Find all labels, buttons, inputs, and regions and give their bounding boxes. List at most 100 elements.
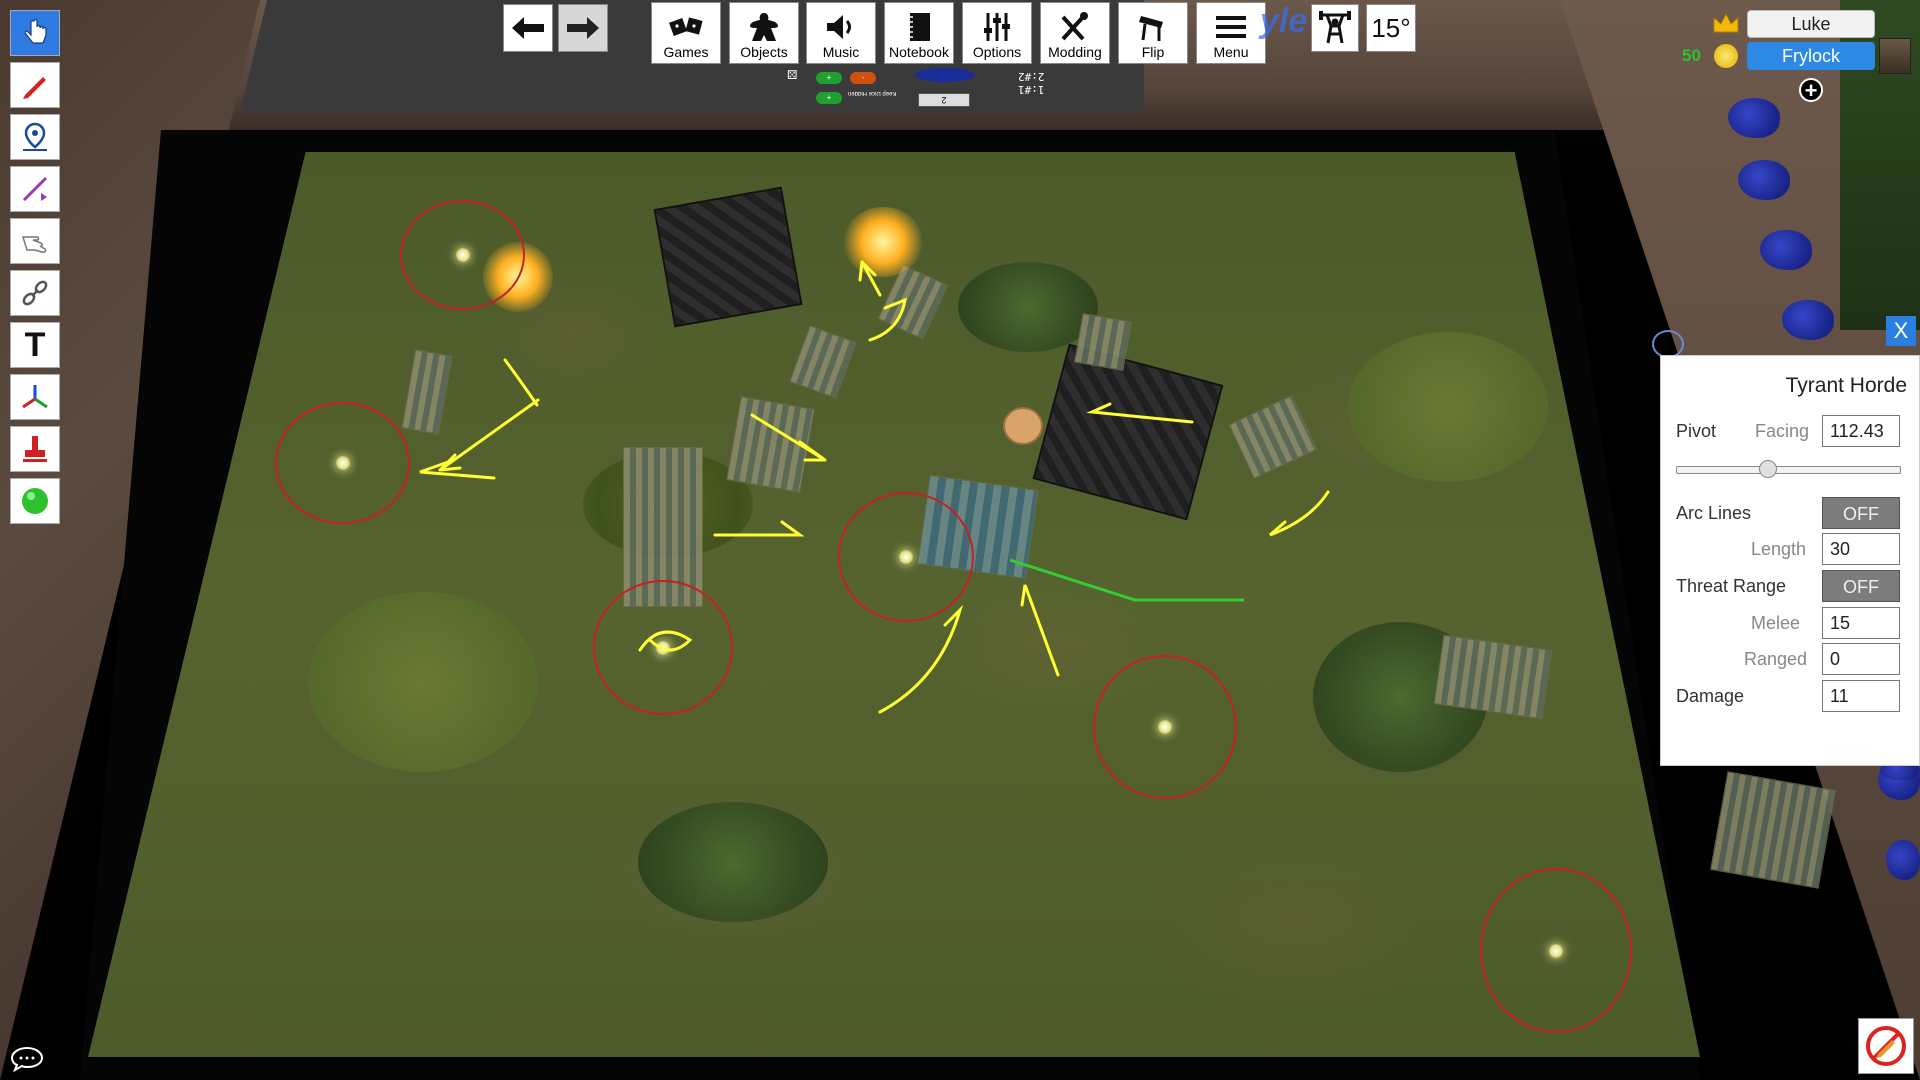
unit-tray[interactable] xyxy=(1074,313,1132,371)
notebook-icon xyxy=(908,13,930,41)
unit-tray[interactable] xyxy=(1710,771,1836,889)
objective-marker[interactable] xyxy=(593,580,733,715)
ruined-building[interactable] xyxy=(653,186,803,328)
options-label: Options xyxy=(972,44,1022,60)
games-button[interactable]: Games xyxy=(651,2,721,64)
flip-button[interactable]: Flip xyxy=(1118,2,1188,64)
menu-label: Menu xyxy=(1213,44,1249,60)
dice-bag[interactable] xyxy=(1886,840,1920,880)
fire-effect xyxy=(843,207,923,277)
mini-plus-button[interactable]: + xyxy=(816,72,842,84)
rotation-snap-button[interactable]: 15° xyxy=(1366,4,1416,52)
unit-tray[interactable] xyxy=(401,349,453,435)
dice-bag[interactable] xyxy=(1728,98,1780,138)
arc-lines-label: Arc Lines xyxy=(1676,503,1752,523)
player-luke[interactable]: Luke xyxy=(1747,10,1875,38)
music-label: Music xyxy=(822,44,860,60)
map-pin-icon xyxy=(23,122,47,151)
threat-range-toggle[interactable]: OFF xyxy=(1822,570,1900,602)
snap-tool[interactable] xyxy=(10,426,60,472)
dice-icon: ⚄ xyxy=(787,68,798,82)
objective-marker[interactable] xyxy=(838,492,974,622)
erase-drawings-button[interactable] xyxy=(1858,1018,1914,1074)
ranged-input[interactable]: 0 xyxy=(1822,643,1900,675)
close-button[interactable]: X xyxy=(1886,316,1916,346)
globe-icon[interactable] xyxy=(1652,330,1684,358)
dice-bag[interactable] xyxy=(1760,230,1812,270)
snap-stamp-icon xyxy=(23,436,47,462)
objects-button[interactable]: Objects xyxy=(729,2,799,64)
unit-tray[interactable] xyxy=(1228,395,1318,479)
objects-label: Objects xyxy=(740,44,788,60)
length-label: Length xyxy=(1751,539,1807,559)
crown-icon xyxy=(1713,12,1739,33)
mini-minus-button[interactable]: - xyxy=(850,72,876,84)
dice-bag[interactable] xyxy=(1738,160,1790,200)
arc-lines-toggle[interactable]: OFF xyxy=(1822,497,1900,529)
no-pen-icon xyxy=(1866,1026,1906,1066)
axis-gizmo-icon xyxy=(22,385,48,409)
ruined-tower[interactable] xyxy=(1032,343,1224,521)
lift-height-button[interactable] xyxy=(1311,4,1359,52)
music-button[interactable]: Music xyxy=(806,2,876,64)
text-tool[interactable]: T xyxy=(10,322,60,368)
options-button[interactable]: Options xyxy=(962,2,1032,64)
objective-marker[interactable] xyxy=(275,402,410,524)
facing-input[interactable]: 112.43 xyxy=(1822,415,1900,447)
forest-terrain[interactable] xyxy=(958,262,1098,352)
damage-input[interactable]: 11 xyxy=(1822,680,1900,712)
flick-tool[interactable] xyxy=(10,218,60,264)
ghost-text: yle xyxy=(1260,2,1308,40)
dice-bag[interactable] xyxy=(1782,300,1834,340)
player-frylock[interactable]: Frylock xyxy=(1747,42,1875,70)
joint-tool[interactable] xyxy=(10,270,60,316)
facing-slider[interactable] xyxy=(1676,466,1901,474)
mini-plus-button[interactable]: + xyxy=(816,92,842,104)
objective-marker[interactable] xyxy=(400,200,525,310)
redo-button[interactable] xyxy=(558,4,608,52)
facing-slider-handle[interactable] xyxy=(1759,460,1778,478)
flip-table-icon xyxy=(1139,16,1163,41)
sliders-icon xyxy=(984,13,1010,41)
objective-marker[interactable] xyxy=(1480,868,1632,1033)
objective-marker[interactable] xyxy=(1093,655,1237,799)
arrow-left-icon xyxy=(512,17,544,39)
modding-button[interactable]: Modding xyxy=(1040,2,1110,64)
unit-tray[interactable] xyxy=(726,396,815,493)
unit-tray[interactable] xyxy=(789,325,857,399)
mini-counter[interactable]: 2 xyxy=(918,93,970,107)
hill-terrain[interactable] xyxy=(308,592,538,772)
pivot-label[interactable]: Pivot xyxy=(1676,421,1716,442)
notebook-label: Notebook xyxy=(889,44,949,60)
dice-icon xyxy=(669,17,703,36)
hamburger-icon xyxy=(1216,16,1246,38)
forest-terrain[interactable] xyxy=(638,802,828,922)
facing-label: Facing xyxy=(1755,421,1810,441)
undo-button[interactable] xyxy=(503,4,553,52)
mini-labels: 1:#1 2:#2 xyxy=(1018,70,1045,96)
notebook-button[interactable]: Notebook xyxy=(884,2,954,64)
color-dot-icon xyxy=(22,488,48,514)
hill-terrain[interactable] xyxy=(1348,332,1548,482)
unit-tray[interactable] xyxy=(1433,634,1553,720)
tools-icon xyxy=(1061,12,1088,41)
color-tool[interactable] xyxy=(10,478,60,524)
length-input[interactable]: 30 xyxy=(1822,533,1900,565)
ranged-label: Ranged xyxy=(1744,649,1808,669)
chat-icon[interactable] xyxy=(10,1046,44,1072)
threat-range-label: Threat Range xyxy=(1676,576,1787,596)
line-tool[interactable] xyxy=(10,166,60,212)
melee-input[interactable]: 15 xyxy=(1822,607,1900,639)
flip-label: Flip xyxy=(1141,44,1165,60)
game-table-view[interactable] xyxy=(0,0,1920,1080)
pen-tool[interactable] xyxy=(10,62,60,108)
menu-button[interactable]: Menu xyxy=(1196,2,1266,64)
grab-tool[interactable] xyxy=(10,10,60,56)
panel-title: Tyrant Horde xyxy=(1785,374,1907,397)
avatar[interactable] xyxy=(1879,38,1911,74)
ping-tool[interactable] xyxy=(10,114,60,160)
gizmo-tool[interactable] xyxy=(10,374,60,420)
marker-token[interactable] xyxy=(1003,407,1043,445)
weightlifter-icon xyxy=(1319,11,1351,44)
add-player-icon[interactable]: + xyxy=(1799,78,1823,102)
